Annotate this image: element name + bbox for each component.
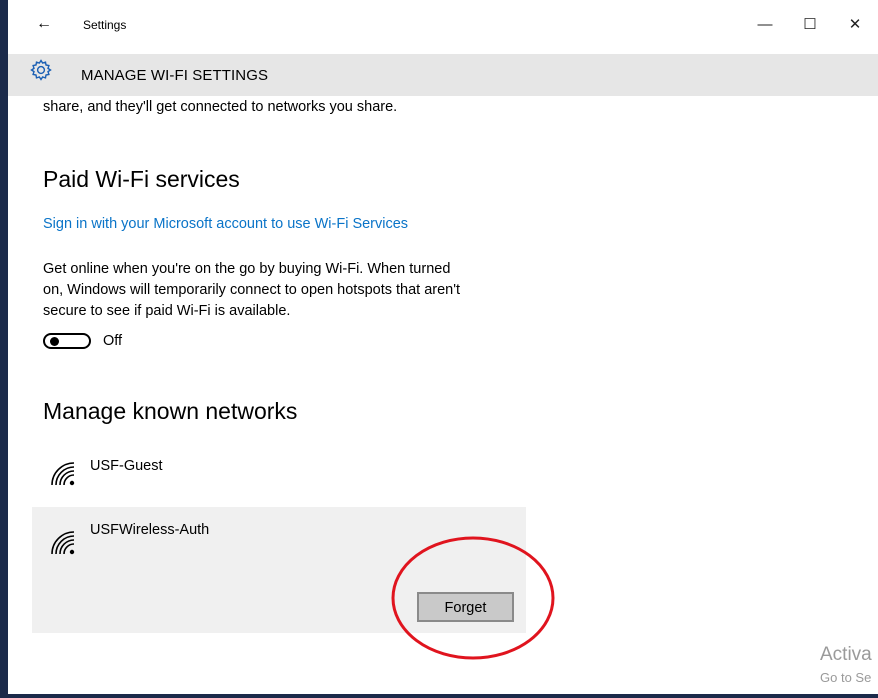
paid-wifi-description-line-3: secure to see if paid Wi-Fi is available… (43, 303, 291, 319)
paid-wifi-toggle[interactable] (43, 333, 91, 349)
paid-wifi-description-line-2: on, Windows will temporarily connect to … (43, 282, 461, 298)
paid-wifi-heading: Paid Wi-Fi services (43, 166, 240, 192)
toggle-knob (50, 337, 59, 346)
wifi-icon (51, 531, 75, 555)
activation-watermark-subtitle: Go to Se (820, 670, 872, 685)
close-button[interactable]: ✕ (835, 10, 875, 40)
paid-wifi-description-line-1: Get online when you're on the go by buyi… (43, 261, 451, 277)
toggle-state-label: Off (103, 333, 123, 349)
gear-icon (30, 59, 52, 81)
activation-watermark-title: Activa (820, 644, 872, 665)
network-name: USF-Guest (90, 458, 163, 474)
network-item-usf-guest[interactable]: USF-Guest (32, 448, 526, 498)
app-title: Settings (83, 18, 127, 32)
back-arrow-icon[interactable]: ← (36, 14, 52, 34)
sharing-description: share, and they'll get connected to netw… (43, 99, 398, 115)
settings-window: ← Settings — ☐ ✕ MANAGE WI-FI SETTINGS s… (8, 0, 878, 694)
title-bar: ← Settings — ☐ ✕ (8, 0, 878, 54)
microsoft-signin-link[interactable]: Sign in with your Microsoft account to u… (43, 216, 408, 232)
minimize-button[interactable]: — (745, 10, 785, 40)
forget-button[interactable]: Forget (417, 592, 514, 622)
page-title: MANAGE WI-FI SETTINGS (81, 67, 269, 84)
network-name: USFWireless-Auth (90, 522, 210, 538)
wifi-icon (51, 462, 75, 486)
known-networks-heading: Manage known networks (43, 398, 298, 424)
page-header: MANAGE WI-FI SETTINGS (8, 54, 878, 96)
maximize-button[interactable]: ☐ (790, 10, 830, 40)
